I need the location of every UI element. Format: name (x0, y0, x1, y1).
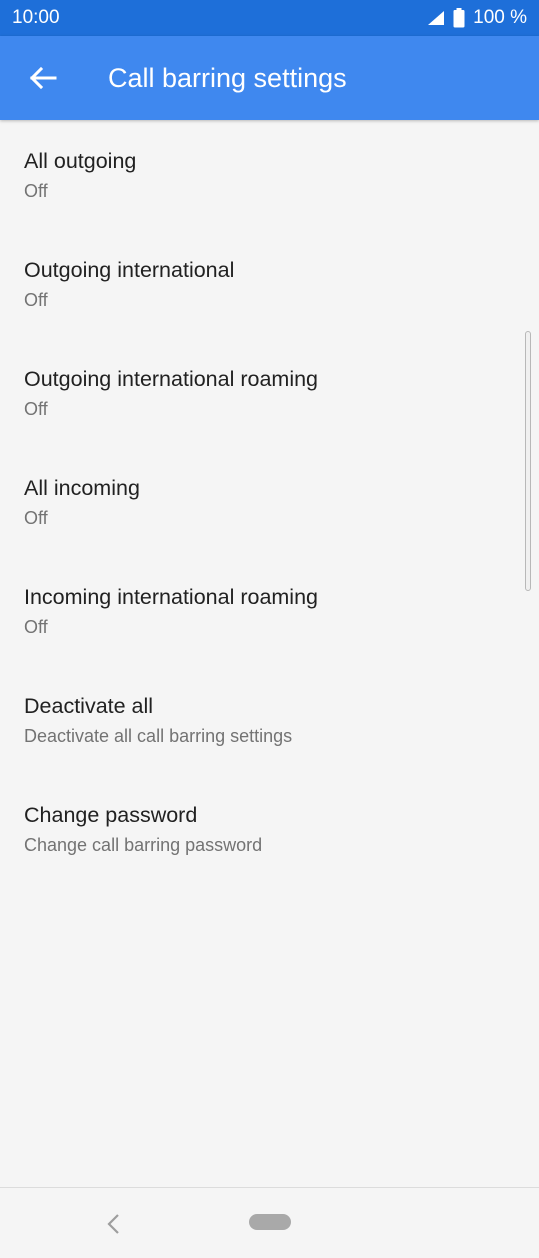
setting-status: Off (24, 290, 48, 310)
setting-incoming-international-roaming[interactable]: Incoming international roaming Off (0, 556, 539, 665)
nav-back-icon[interactable] (104, 1212, 122, 1236)
status-bar: 10:00 100 % (0, 0, 539, 36)
status-time: 10:00 (12, 7, 60, 28)
setting-deactivate-all[interactable]: Deactivate all Deactivate all call barri… (0, 665, 539, 774)
setting-status: Off (24, 508, 48, 528)
setting-title: Deactivate all (24, 694, 154, 718)
home-pill-icon[interactable] (249, 1214, 291, 1230)
battery-percentage: 100 % (473, 7, 527, 28)
setting-all-incoming[interactable]: All incoming Off (0, 447, 539, 556)
app-bar: Call barring settings (0, 36, 539, 120)
setting-description: Change call barring password (24, 835, 263, 855)
setting-title: All incoming (24, 476, 140, 500)
navigation-bar (0, 1187, 539, 1258)
back-arrow-icon[interactable] (26, 62, 58, 94)
battery-icon (453, 8, 465, 28)
setting-description: Deactivate all call barring settings (24, 726, 293, 746)
scrollbar[interactable] (525, 331, 531, 591)
setting-outgoing-international-roaming[interactable]: Outgoing international roaming Off (0, 338, 539, 447)
setting-title: Outgoing international roaming (24, 367, 319, 391)
signal-icon (428, 11, 445, 25)
page-title: Call barring settings (108, 63, 347, 93)
setting-status: Off (24, 181, 48, 201)
setting-title: Incoming international roaming (24, 585, 318, 609)
setting-title: Outgoing international (24, 258, 235, 282)
setting-change-password[interactable]: Change password Change call barring pass… (0, 774, 539, 883)
setting-title: All outgoing (24, 149, 137, 173)
setting-all-outgoing[interactable]: All outgoing Off (0, 120, 539, 229)
setting-outgoing-international[interactable]: Outgoing international Off (0, 229, 539, 338)
setting-status: Off (24, 617, 48, 637)
setting-title: Change password (24, 803, 198, 827)
setting-status: Off (24, 399, 48, 419)
status-icons: 100 % (427, 7, 527, 29)
